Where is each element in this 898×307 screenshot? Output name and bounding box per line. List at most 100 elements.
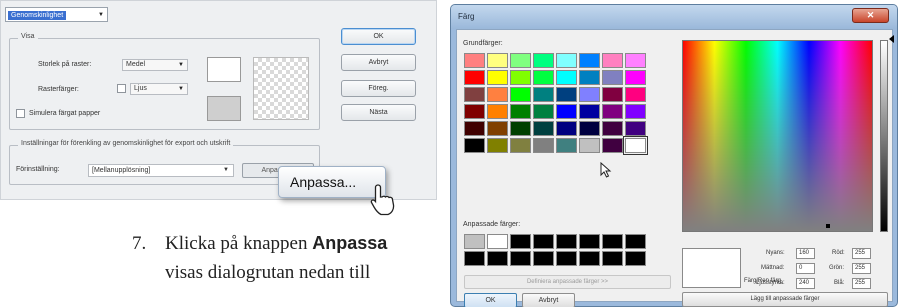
custom-color-swatch[interactable] bbox=[556, 251, 577, 266]
custom-color-swatch[interactable] bbox=[533, 251, 554, 266]
define-custom-colors-button[interactable]: Definiera anpassade färger >> bbox=[464, 275, 671, 289]
basic-color-swatch[interactable] bbox=[533, 53, 554, 68]
raster-colors-value: Ljus bbox=[134, 85, 147, 92]
luminance-slider[interactable] bbox=[880, 40, 888, 232]
red-field[interactable]: 255 bbox=[852, 248, 871, 259]
basic-color-swatch[interactable] bbox=[510, 138, 531, 153]
custom-color-swatch[interactable] bbox=[579, 234, 600, 249]
chevron-down-icon: ▼ bbox=[98, 12, 104, 18]
preset-select[interactable]: [Mellanupplösning] ▼ bbox=[88, 164, 234, 177]
basic-color-swatch[interactable] bbox=[625, 121, 646, 136]
basic-color-swatch[interactable] bbox=[625, 53, 646, 68]
close-button[interactable]: ✕ bbox=[852, 8, 889, 23]
basic-color-swatch[interactable] bbox=[556, 53, 577, 68]
previous-button[interactable]: Föreg. bbox=[341, 80, 416, 97]
transparency-checker-preview bbox=[253, 57, 309, 120]
custom-color-swatch[interactable] bbox=[487, 234, 508, 249]
basic-color-swatch[interactable] bbox=[464, 53, 485, 68]
basic-color-swatch[interactable] bbox=[487, 53, 508, 68]
raster-colors-select[interactable]: Ljus ▼ bbox=[130, 83, 188, 95]
add-to-custom-colors-button[interactable]: Lägg till anpassade färger bbox=[682, 292, 888, 307]
basic-color-swatch[interactable] bbox=[487, 138, 508, 153]
saturation-field[interactable]: 0 bbox=[796, 263, 815, 274]
custom-color-swatch[interactable] bbox=[625, 251, 646, 266]
basic-color-swatch[interactable] bbox=[510, 70, 531, 85]
custom-color-swatch[interactable] bbox=[464, 251, 485, 266]
export-flattening-group: Inställningar för förenkling av genomski… bbox=[9, 140, 320, 185]
basic-color-swatch[interactable] bbox=[533, 121, 554, 136]
basic-color-swatch[interactable] bbox=[579, 121, 600, 136]
basic-color-swatch[interactable] bbox=[625, 87, 646, 102]
custom-color-swatch[interactable] bbox=[487, 251, 508, 266]
spectrum-crosshair[interactable] bbox=[826, 224, 830, 228]
basic-color-swatch[interactable] bbox=[464, 104, 485, 119]
dialog-titlebar[interactable]: Färg ✕ bbox=[451, 5, 897, 29]
basic-color-swatch[interactable] bbox=[510, 104, 531, 119]
basic-color-swatch[interactable] bbox=[556, 138, 577, 153]
raster-size-select[interactable]: Medel ▼ bbox=[122, 59, 188, 71]
custom-color-swatch[interactable] bbox=[602, 234, 623, 249]
basic-color-swatch[interactable] bbox=[533, 104, 554, 119]
basic-color-swatch[interactable] bbox=[625, 70, 646, 85]
basic-color-swatch[interactable] bbox=[464, 138, 485, 153]
basic-color-swatch[interactable] bbox=[602, 53, 623, 68]
basic-color-swatch[interactable] bbox=[602, 121, 623, 136]
preferences-category-dropdown[interactable]: Genomskinlighet ▼ bbox=[5, 7, 108, 22]
basic-color-swatch[interactable] bbox=[533, 87, 554, 102]
ok-button[interactable]: OK bbox=[464, 293, 517, 307]
green-field[interactable]: 255 bbox=[852, 263, 871, 274]
custom-color-swatch[interactable] bbox=[533, 234, 554, 249]
basic-color-swatch[interactable] bbox=[579, 53, 600, 68]
basic-color-swatch[interactable] bbox=[625, 104, 646, 119]
basic-color-swatch[interactable] bbox=[579, 138, 600, 153]
basic-color-swatch[interactable] bbox=[464, 87, 485, 102]
basic-color-swatch[interactable] bbox=[579, 104, 600, 119]
dialog-title: Färg bbox=[458, 12, 475, 21]
custom-color-swatch[interactable] bbox=[579, 251, 600, 266]
basic-color-swatch[interactable] bbox=[487, 104, 508, 119]
basic-color-swatch[interactable] bbox=[487, 121, 508, 136]
raster-color-dark-swatch[interactable] bbox=[207, 96, 241, 121]
basic-color-swatch[interactable] bbox=[464, 121, 485, 136]
basic-color-swatch[interactable] bbox=[487, 70, 508, 85]
preset-value: [Mellanupplösning] bbox=[92, 167, 151, 174]
basic-color-swatch[interactable] bbox=[556, 104, 577, 119]
basic-color-swatch[interactable] bbox=[510, 121, 531, 136]
luminance-slider-arrow-icon[interactable] bbox=[889, 35, 894, 43]
basic-color-swatch[interactable] bbox=[556, 87, 577, 102]
basic-color-swatch[interactable] bbox=[602, 104, 623, 119]
custom-color-swatch[interactable] bbox=[464, 234, 485, 249]
ok-button[interactable]: OK bbox=[341, 28, 416, 45]
basic-color-swatch[interactable] bbox=[510, 87, 531, 102]
raster-color-swatch-box[interactable] bbox=[117, 84, 126, 93]
custom-color-swatch[interactable] bbox=[625, 234, 646, 249]
blue-field[interactable]: 255 bbox=[852, 278, 871, 289]
basic-color-swatch[interactable] bbox=[556, 70, 577, 85]
basic-color-swatch[interactable] bbox=[602, 70, 623, 85]
basic-color-swatch[interactable] bbox=[579, 87, 600, 102]
custom-color-swatch[interactable] bbox=[510, 251, 531, 266]
simulate-paper-checkbox[interactable] bbox=[16, 109, 25, 118]
basic-color-swatch[interactable] bbox=[510, 53, 531, 68]
basic-color-swatch[interactable] bbox=[533, 138, 554, 153]
basic-color-swatch[interactable] bbox=[623, 136, 648, 155]
next-button[interactable]: Nästa bbox=[341, 104, 416, 121]
color-picker-dialog: Färg ✕ Grundfärger: Anpassade färger: De… bbox=[450, 4, 898, 307]
basic-color-swatch[interactable] bbox=[487, 87, 508, 102]
custom-color-swatch[interactable] bbox=[602, 251, 623, 266]
basic-color-swatch[interactable] bbox=[533, 70, 554, 85]
basic-color-swatch[interactable] bbox=[464, 70, 485, 85]
basic-color-swatch[interactable] bbox=[602, 138, 623, 153]
cancel-button[interactable]: Avbryt bbox=[341, 54, 416, 71]
dialog-body: Grundfärger: Anpassade färger: Definiera… bbox=[456, 29, 894, 307]
custom-color-swatch[interactable] bbox=[556, 234, 577, 249]
cancel-button[interactable]: Avbryt bbox=[522, 293, 575, 307]
color-spectrum-field[interactable] bbox=[682, 40, 873, 232]
raster-color-light-swatch[interactable] bbox=[207, 57, 241, 82]
custom-color-swatch[interactable] bbox=[510, 234, 531, 249]
luminance-field[interactable]: 240 bbox=[796, 278, 815, 289]
basic-color-swatch[interactable] bbox=[602, 87, 623, 102]
hue-field[interactable]: 160 bbox=[796, 248, 815, 259]
basic-color-swatch[interactable] bbox=[556, 121, 577, 136]
basic-color-swatch[interactable] bbox=[579, 70, 600, 85]
